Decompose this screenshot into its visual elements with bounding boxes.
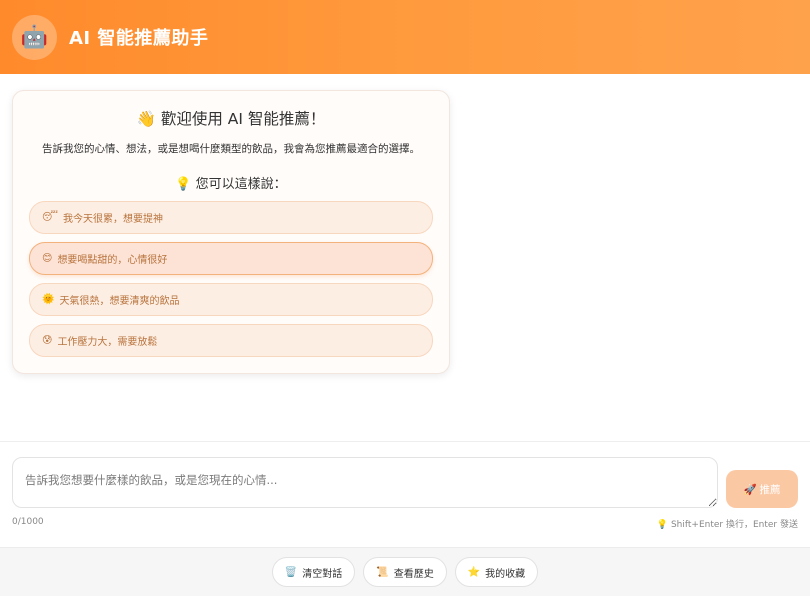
sun-icon: 🌞 — [42, 294, 55, 305]
smiling-face-icon: 😊 — [42, 253, 53, 264]
clear-chat-label: 清空對話 — [302, 568, 343, 580]
view-history-label: 查看歷史 — [393, 568, 434, 580]
star-icon: ⭐ — [467, 566, 481, 578]
hint-title: 💡 您可以這樣說： — [175, 177, 287, 192]
welcome-description: 告訴我您的心情、想法，或是想喝什麼類型的飲品，我會為您推薦最適合的選擇。 — [42, 143, 420, 155]
suggestion-chip-sweet[interactable]: 😊 想要喝點甜的，心情很好 — [29, 242, 433, 275]
recommend-button[interactable]: 🚀 推薦 — [726, 470, 798, 508]
app-header: 🤖 AI 智能推薦助手 — [0, 0, 810, 74]
welcome-card: 👋 歡迎使用 AI 智能推薦！ 告訴我您的心情、想法，或是想喝什麼類型的飲品，我… — [12, 90, 450, 374]
anxious-face-icon: 😰 — [42, 335, 53, 346]
trash-icon: 🗑️ — [284, 566, 298, 578]
view-history-button[interactable]: 📜 查看歷史 — [363, 557, 447, 587]
suggestion-text: 想要喝點甜的，心情很好 — [57, 255, 168, 266]
suggestion-text: 工作壓力大，需要放鬆 — [57, 337, 158, 348]
robot-avatar-icon: 🤖 — [12, 14, 57, 60]
favorites-label: 我的收藏 — [485, 568, 526, 580]
message-input[interactable] — [12, 457, 718, 508]
favorites-button[interactable]: ⭐ 我的收藏 — [454, 557, 539, 587]
sleepy-face-icon: 😴 — [42, 212, 59, 223]
scroll-icon: 📜 — [376, 566, 389, 578]
suggestion-list: 😴 我今天很累，想要提神 😊 想要喝點甜的，心情很好 🌞 天氣很熱，想要清爽的飲… — [29, 201, 433, 357]
suggestion-text: 天氣很熱，想要清爽的飲品 — [59, 296, 180, 307]
app-title: AI 智能推薦助手 — [69, 28, 209, 49]
clear-chat-button[interactable]: 🗑️ 清空對話 — [271, 557, 356, 587]
char-counter: 0/1000 — [12, 517, 44, 527]
welcome-title: 👋 歡迎使用 AI 智能推薦！ — [136, 110, 326, 128]
chat-area[interactable]: 👋 歡迎使用 AI 智能推薦！ 告訴我您的心情、想法，或是想喝什麼類型的飲品，我… — [0, 74, 810, 442]
suggestion-chip-tired[interactable]: 😴 我今天很累，想要提神 — [29, 201, 433, 234]
suggestion-text: 我今天很累，想要提神 — [63, 214, 164, 225]
suggestion-chip-hot-weather[interactable]: 🌞 天氣很熱，想要清爽的飲品 — [29, 283, 433, 316]
keyboard-tip: 💡 Shift+Enter 換行，Enter 發送 — [656, 520, 798, 530]
footer-toolbar: 🗑️ 清空對話 📜 查看歷史 ⭐ 我的收藏 — [0, 547, 810, 596]
divider — [0, 441, 810, 442]
suggestion-chip-stress[interactable]: 😰 工作壓力大，需要放鬆 — [29, 324, 433, 357]
